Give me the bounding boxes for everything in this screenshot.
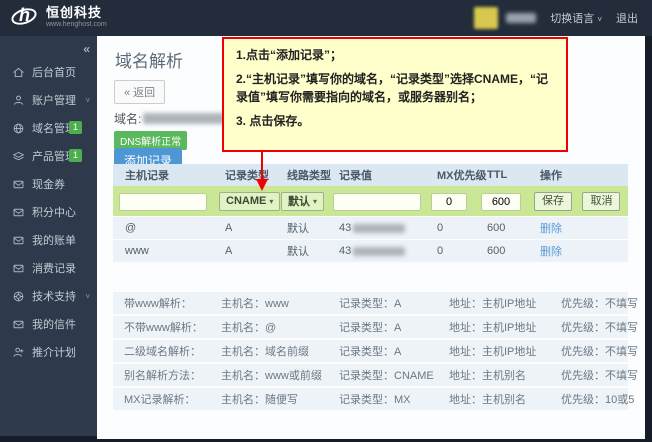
username-redacted	[506, 13, 537, 23]
record-type: A	[225, 222, 233, 234]
sidebar-item-support[interactable]: 技术支持 ˅	[0, 282, 97, 310]
sidebar-item-domains[interactable]: 域名管理 1	[0, 114, 97, 142]
col-header-ttl: TTL	[487, 169, 508, 181]
record-host: www	[125, 245, 149, 257]
sidebar-item-points[interactable]: 积分中心	[0, 198, 97, 226]
envelope-icon	[13, 180, 24, 188]
help-row: 带www解析： 主机名：www 记录类型：A 地址：主机IP地址 优先级：不填写	[113, 292, 638, 314]
brand-name: 恒创科技	[46, 5, 103, 20]
record-line: 默认	[287, 246, 309, 258]
back-button[interactable]: « 返回	[114, 80, 166, 104]
instruction-step-3: 3. 点击保存。	[236, 114, 310, 129]
help-row: MX记录解析： 主机名：随便写 记录类型：MX 地址：主机别名 优先级：10或5	[113, 388, 634, 410]
dns-help-table: 带www解析： 主机名：www 记录类型：A 地址：主机IP地址 优先级：不填写…	[113, 292, 638, 412]
records-table: 主机记录 记录类型 线路类型 记录值 MX优先级 TTL 操作 CNAME ▾	[113, 164, 628, 262]
sidebar-item-mail[interactable]: 我的信件	[0, 310, 97, 338]
record-type-dropdown[interactable]: CNAME ▾	[219, 191, 281, 211]
save-button[interactable]: 保存	[534, 192, 572, 211]
mx-priority-input[interactable]	[431, 192, 467, 211]
instruction-callout: 1.点击“添加记录”； 2.“主机记录”填写你的域名，“记录类型”选择CNAME…	[222, 37, 568, 152]
line-type-dropdown[interactable]: 默认 ▾	[281, 191, 325, 211]
layers-icon	[12, 151, 25, 160]
product-count-badge: 1	[69, 149, 82, 162]
record-row: www A 默认 43 0 600 删除	[113, 240, 628, 262]
user-plus-icon	[13, 347, 24, 357]
envelope-icon	[13, 236, 24, 244]
cancel-button[interactable]: 取消	[582, 192, 621, 211]
support-icon	[13, 291, 24, 301]
instruction-step-1: 1.点击“添加记录”；	[236, 48, 343, 62]
record-host: @	[125, 222, 137, 234]
col-header-line: 线路类型	[287, 170, 331, 182]
record-value: 43	[327, 245, 425, 257]
record-line: 默认	[287, 223, 309, 235]
delete-record-link[interactable]: 删除	[540, 243, 562, 259]
domain-label: 域名:	[114, 112, 142, 126]
record-value-input[interactable]	[333, 192, 421, 211]
user-icon	[13, 95, 24, 105]
instruction-step-2: 2.“主机记录”填写你的域名，“记录类型”选择CNAME，“记录值”填写你需要指…	[236, 72, 549, 104]
record-ttl: 600	[487, 222, 506, 234]
host-record-input[interactable]	[119, 192, 207, 211]
language-switcher[interactable]: 切换语言 ˅	[550, 10, 602, 26]
envelope-icon	[13, 264, 24, 272]
user-avatar[interactable]	[474, 7, 499, 29]
chevron-down-icon: ˅	[85, 291, 90, 301]
chevron-down-icon: ˅	[597, 15, 602, 24]
delete-record-link[interactable]: 删除	[540, 220, 562, 236]
sidebar-item-bills[interactable]: 我的账单	[0, 226, 97, 254]
brand-logo[interactable]: h 恒创科技 www.henghost.com	[9, 4, 107, 30]
top-navbar: h 恒创科技 www.henghost.com 切换语言 ˅ 退出	[0, 0, 652, 36]
callout-arrow-head-icon	[256, 179, 268, 191]
page-title: 域名解析	[115, 52, 183, 71]
ip-redacted	[353, 223, 406, 233]
record-type: A	[225, 245, 233, 257]
sidebar-item-products[interactable]: 产品管理 1	[0, 142, 97, 170]
record-mx: 0	[437, 222, 444, 234]
caret-down-icon: ▾	[269, 196, 274, 206]
col-header-host: 主机记录	[125, 170, 169, 182]
help-row: 二级域名解析： 主机名：域名前缀 记录类型：A 地址：主机IP地址 优先级：不填…	[113, 340, 638, 362]
sidebar-item-vouchers[interactable]: 现金券	[0, 170, 97, 198]
envelope-icon	[13, 320, 24, 328]
edit-record-row: CNAME ▾ 默认 ▾ 保存 取消	[113, 186, 628, 216]
app-window: h 恒创科技 www.henghost.com 切换语言 ˅ 退出 « 后台首页	[0, 0, 652, 442]
sidebar-item-account[interactable]: 账户管理 ˅	[0, 86, 97, 114]
sidebar: « 后台首页 账户管理 ˅ 域名管理 1 产品管理 1 现金券 积分中心 我的账…	[0, 36, 97, 439]
col-header-value: 记录值	[339, 170, 372, 182]
sidebar-item-referral[interactable]: 推介计划	[0, 338, 97, 366]
brand-url: www.henghost.com	[46, 21, 107, 28]
callout-arrow-line	[261, 152, 263, 180]
brand-logo-icon: h	[9, 4, 40, 30]
records-table-header: 主机记录 记录类型 线路类型 记录值 MX优先级 TTL 操作	[113, 164, 628, 186]
sidebar-item-spending[interactable]: 消费记录	[0, 254, 97, 282]
envelope-icon	[13, 208, 24, 216]
help-row: 别名解析方法： 主机名：www或前缀 记录类型：CNAME 地址：主机别名 优先…	[113, 364, 638, 386]
globe-icon	[13, 123, 24, 133]
ttl-input[interactable]	[481, 192, 521, 211]
col-header-mx: MX优先级	[437, 170, 487, 182]
record-value: 43	[327, 222, 425, 234]
chevron-down-icon: ˅	[85, 95, 90, 105]
sidebar-collapse-icon[interactable]: «	[83, 42, 90, 56]
col-header-actions: 操作	[540, 170, 562, 182]
logout-button[interactable]: 退出	[616, 10, 638, 26]
record-row: @ A 默认 43 0 600 删除	[113, 217, 628, 239]
home-icon	[13, 67, 24, 77]
help-row: 不带www解析： 主机名：@ 记录类型：A 地址：主机IP地址 优先级：不填写	[113, 316, 638, 338]
domain-redacted	[143, 113, 230, 124]
ip-redacted	[353, 246, 406, 256]
sidebar-item-dashboard[interactable]: 后台首页	[0, 58, 97, 86]
caret-down-icon: ▾	[313, 196, 318, 206]
record-mx: 0	[437, 245, 444, 257]
domain-count-badge: 1	[69, 121, 82, 134]
record-ttl: 600	[487, 245, 506, 257]
